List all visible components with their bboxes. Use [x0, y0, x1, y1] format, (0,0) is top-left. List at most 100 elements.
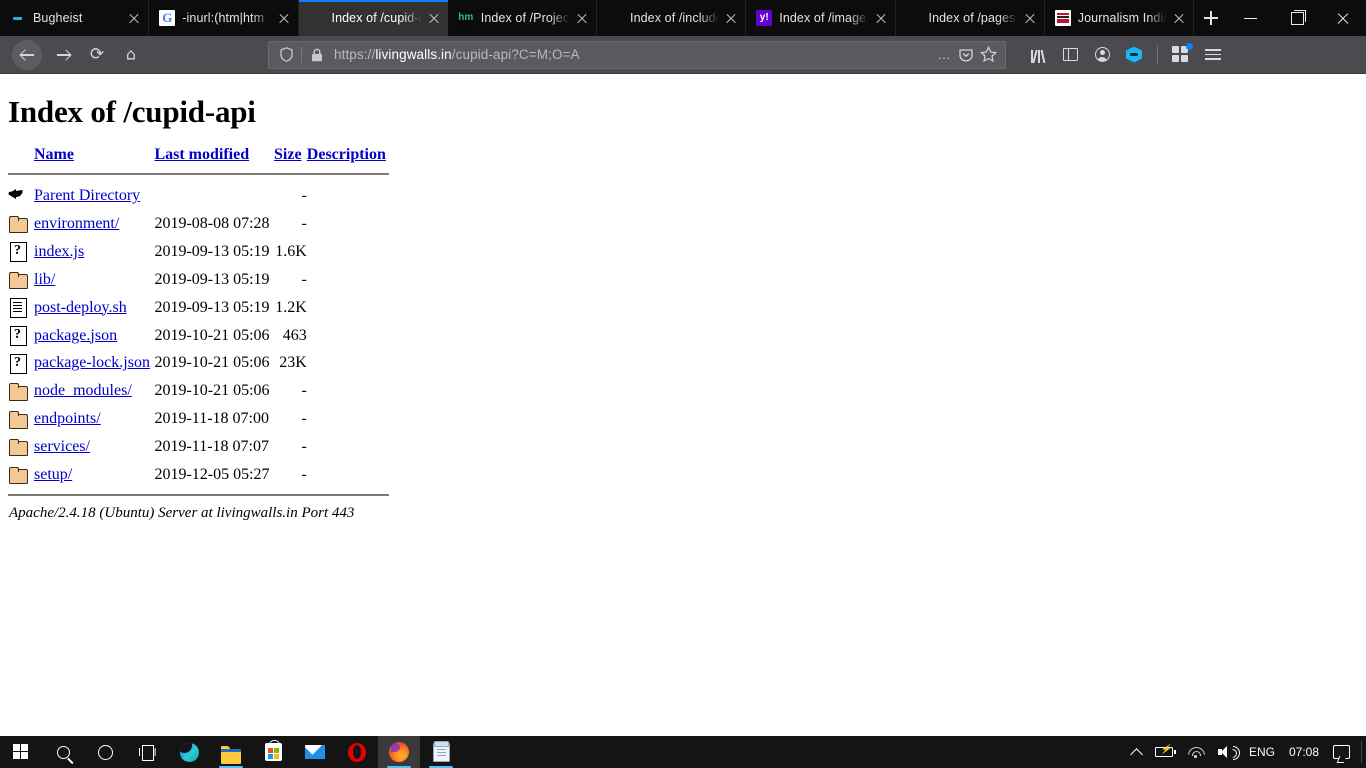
- save-to-pocket-icon[interactable]: [955, 44, 977, 66]
- minimize-button[interactable]: [1228, 0, 1274, 36]
- task-view-button[interactable]: [126, 736, 168, 768]
- tab-strip: Bugheist -inurl:(htm|htm Index of /cupid-a…: [0, 0, 1366, 36]
- tab-close-icon[interactable]: [873, 10, 889, 26]
- extensions-icon[interactable]: [1165, 40, 1197, 70]
- taskbar-app-file-explorer[interactable]: [210, 736, 252, 768]
- taskbar-app-mail[interactable]: [294, 736, 336, 768]
- file-link[interactable]: setup/: [34, 466, 72, 483]
- account-icon[interactable]: [1086, 40, 1118, 70]
- close-window-button[interactable]: [1320, 0, 1366, 36]
- page-actions-button[interactable]: …: [933, 44, 955, 66]
- taskbar-app-firefox[interactable]: [378, 736, 420, 768]
- table-row: node_modules/2019-10-21 05:06 -: [8, 377, 389, 405]
- browser-tab[interactable]: Index of /include: [597, 0, 747, 36]
- tab-close-icon[interactable]: [276, 10, 292, 26]
- hamburger-menu-icon[interactable]: [1197, 40, 1229, 70]
- language-indicator[interactable]: ENG: [1242, 736, 1282, 768]
- back-button[interactable]: [12, 39, 42, 70]
- action-center-button[interactable]: [1326, 736, 1357, 768]
- browser-tab[interactable]: -inurl:(htm|htm: [149, 0, 299, 36]
- row-size-cell: -: [301, 214, 307, 232]
- file-link[interactable]: post-deploy.sh: [34, 299, 127, 316]
- table-row: setup/2019-12-05 05:27 -: [8, 461, 389, 489]
- sort-by-name-link[interactable]: Name: [34, 146, 74, 163]
- row-description-cell: [307, 322, 389, 350]
- lock-icon[interactable]: [306, 44, 328, 66]
- tab-close-icon[interactable]: [574, 10, 590, 26]
- opera-icon: [348, 742, 366, 762]
- battery-charging-icon: ⚡: [1154, 745, 1176, 757]
- tab-close-icon[interactable]: [723, 10, 739, 26]
- taskbar-app-edge[interactable]: [168, 736, 210, 768]
- forward-button[interactable]: [46, 40, 80, 70]
- file-link[interactable]: lib/: [34, 271, 55, 288]
- explorer-icon: [221, 744, 241, 764]
- browser-window: Bugheist -inurl:(htm|htm Index of /cupid-a…: [0, 0, 1366, 736]
- bookmark-star-icon[interactable]: [977, 44, 999, 66]
- table-row: services/2019-11-18 07:07 -: [8, 433, 389, 461]
- maximize-button[interactable]: [1274, 0, 1320, 36]
- table-row: package.json 2019-10-21 05:06 463: [8, 322, 389, 350]
- browser-tab[interactable]: Index of /cupid-api: [298, 0, 448, 36]
- row-name-cell: package-lock.json: [34, 349, 154, 377]
- row-icon-cell: [8, 433, 34, 461]
- tab-title: Index of /pages: [928, 11, 1016, 25]
- folder-icon: [8, 215, 28, 234]
- row-modified-cell: 2019-09-13 05:19: [154, 298, 270, 316]
- file-link[interactable]: index.js: [34, 243, 84, 260]
- file-link[interactable]: package.json: [34, 327, 117, 344]
- back-icon: [8, 185, 28, 207]
- sort-by-date-link[interactable]: Last modified: [154, 146, 249, 163]
- network-button[interactable]: [1180, 736, 1211, 768]
- file-link[interactable]: Parent Directory: [34, 187, 140, 204]
- new-tab-button[interactable]: [1194, 0, 1228, 36]
- volume-button[interactable]: [1211, 736, 1242, 768]
- horizontal-rule-bottom: [8, 493, 389, 496]
- browser-tab[interactable]: Index of /image: [746, 0, 896, 36]
- start-button[interactable]: [0, 736, 42, 768]
- store-icon: [264, 740, 282, 761]
- battery-button[interactable]: ⚡: [1148, 736, 1180, 768]
- tracking-protection-shield-icon[interactable]: [275, 44, 297, 66]
- row-description-cell: [307, 210, 389, 238]
- cortana-button[interactable]: [84, 736, 126, 768]
- edge-icon: [179, 742, 199, 762]
- reload-button[interactable]: ⟳: [80, 40, 114, 70]
- tab-close-icon[interactable]: [1022, 10, 1038, 26]
- browser-tab[interactable]: Index of /Projec: [447, 0, 597, 36]
- show-hidden-icons-button[interactable]: [1125, 736, 1148, 768]
- url-text[interactable]: https://livingwalls.in/cupid-api?C=M;O=A: [328, 47, 933, 62]
- file-link[interactable]: node_modules/: [34, 382, 132, 399]
- taskbar-search-button[interactable]: [42, 736, 84, 768]
- file-link[interactable]: endpoints/: [34, 410, 101, 427]
- clock[interactable]: 07:08: [1282, 736, 1326, 768]
- page-content: Index of /cupid-api Name Last modified S…: [0, 74, 1366, 736]
- url-host: livingwalls.in: [375, 47, 452, 62]
- show-desktop-divider[interactable]: [1361, 741, 1362, 763]
- tab-close-icon[interactable]: [1171, 10, 1187, 26]
- tab-close-icon[interactable]: [426, 10, 442, 26]
- table-row: environment/2019-08-08 07:28 -: [8, 210, 389, 238]
- taskbar-app-microsoft-store[interactable]: [252, 736, 294, 768]
- file-link[interactable]: environment/: [34, 215, 119, 232]
- file-link[interactable]: package-lock.json: [34, 354, 150, 371]
- row-name-cell: index.js: [34, 238, 154, 266]
- url-bar[interactable]: https://livingwalls.in/cupid-api?C=M;O=A…: [268, 40, 1006, 69]
- pocket-extension-icon[interactable]: [1118, 40, 1150, 70]
- browser-tab[interactable]: Journalism India: [1044, 0, 1194, 36]
- taskbar-app-notepad[interactable]: [420, 736, 462, 768]
- row-size-cell: 1.6K: [275, 242, 307, 260]
- browser-tab[interactable]: Bugheist: [0, 0, 150, 36]
- task-view-icon: [138, 745, 156, 761]
- taskbar-app-opera[interactable]: [336, 736, 378, 768]
- browser-tab[interactable]: Index of /pages: [895, 0, 1045, 36]
- tab-close-icon[interactable]: [126, 10, 142, 26]
- tab-list: Bugheist -inurl:(htm|htm Index of /cupid-a…: [0, 0, 1194, 36]
- home-button[interactable]: ⌂: [114, 40, 148, 70]
- row-size-cell: 1.2K: [275, 298, 307, 316]
- sort-by-size-link[interactable]: Size: [274, 146, 302, 163]
- library-icon[interactable]: [1022, 40, 1054, 70]
- sidebar-icon[interactable]: [1054, 40, 1086, 70]
- sort-by-description-link[interactable]: Description: [307, 146, 386, 163]
- file-link[interactable]: services/: [34, 438, 90, 455]
